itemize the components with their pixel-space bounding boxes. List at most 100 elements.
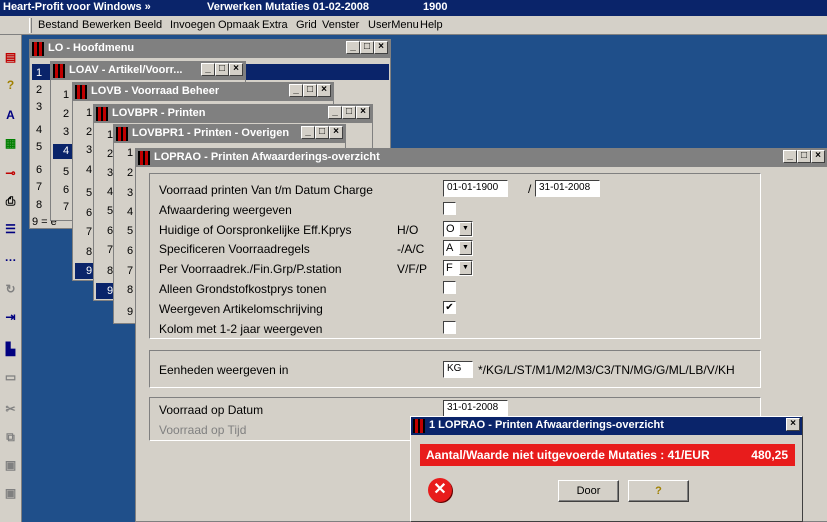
menu-number[interactable]: 3 <box>36 101 42 113</box>
minimize-button[interactable]: _ <box>301 126 315 139</box>
paste-special-icon[interactable]: ▣ <box>2 485 19 502</box>
menu-number[interactable]: 2 <box>127 167 133 179</box>
dropdown-arrow-icon[interactable]: ▼ <box>459 241 472 255</box>
menu-number[interactable]: 7 <box>86 226 92 238</box>
help-button[interactable]: ? <box>628 480 689 502</box>
menu-number[interactable]: 7 <box>127 265 133 277</box>
close-button[interactable]: × <box>356 106 370 119</box>
menu-number[interactable]: 6 <box>86 207 92 219</box>
units-field[interactable]: KG <box>443 361 473 378</box>
window-lovbpr1-caption[interactable]: LOVBPR1 - Printen - Overigen _ □ × <box>114 125 345 143</box>
close-button[interactable]: × <box>317 84 331 97</box>
door-button[interactable]: Door <box>558 480 619 502</box>
minimize-button[interactable]: _ <box>289 84 303 97</box>
menu-number[interactable]: 5 <box>36 141 42 153</box>
menu-number[interactable]: 8 <box>86 246 92 258</box>
cut-icon[interactable]: ✂ <box>2 401 19 418</box>
menu-number[interactable]: 3 <box>63 126 69 138</box>
menu-beeld[interactable]: Beeld <box>134 19 162 31</box>
chart-icon[interactable]: ▙ <box>2 341 19 358</box>
dropdown-arrow-icon[interactable]: ▼ <box>459 261 472 275</box>
menu-number[interactable]: 1 <box>127 147 133 159</box>
menu-number[interactable]: 9 <box>127 306 133 318</box>
close-button[interactable]: × <box>811 150 825 163</box>
window-loav-caption[interactable]: LOAV - Artikel/Voorr... _ □ × <box>51 62 245 80</box>
menu-number[interactable]: 4 <box>63 145 69 157</box>
menu-number[interactable]: 4 <box>86 164 92 176</box>
afwaardering-checkbox[interactable] <box>443 202 456 215</box>
menu-number[interactable]: 4 <box>127 206 133 218</box>
menu-number[interactable]: 2 <box>36 84 42 96</box>
menu-number[interactable]: 6 <box>36 164 42 176</box>
print-icon[interactable]: ⎙ <box>2 193 19 210</box>
calculator-icon[interactable]: ▦ <box>2 135 19 152</box>
minimize-button[interactable]: _ <box>328 106 342 119</box>
artikelomschrijving-checkbox[interactable]: ✔ <box>443 301 456 314</box>
kolom-jaar-checkbox[interactable] <box>443 321 456 334</box>
menu-help[interactable]: Help <box>420 19 443 31</box>
window-lovb-caption[interactable]: LOVB - Voorraad Beheer _ □ × <box>73 83 333 101</box>
maximize-button[interactable]: □ <box>303 84 317 97</box>
window-lovbpr-caption[interactable]: LOVBPR - Printen _ □ × <box>94 105 372 123</box>
report-icon[interactable]: ▤ <box>2 49 19 66</box>
export-icon[interactable]: ⇥ <box>2 309 19 326</box>
menu-venster[interactable]: Venster <box>322 19 359 31</box>
menu-number[interactable]: 6 <box>127 245 133 257</box>
window-loprao-caption[interactable]: LOPRAO - Printen Afwaarderings-overzicht… <box>136 149 827 167</box>
font-icon[interactable]: A <box>2 107 19 124</box>
menu-number[interactable]: 2 <box>86 126 92 138</box>
menu-bewerken[interactable]: Bewerken <box>82 19 131 31</box>
menu-number[interactable]: 6 <box>63 184 69 196</box>
maximize-button[interactable]: □ <box>342 106 356 119</box>
minimize-button[interactable]: _ <box>201 63 215 76</box>
menu-number[interactable]: 5 <box>127 225 133 237</box>
minimize-button[interactable]: _ <box>783 150 797 163</box>
menu-number[interactable]: 9 <box>86 265 92 277</box>
list-icon[interactable]: ☰ <box>2 221 19 238</box>
close-button[interactable]: × <box>329 126 343 139</box>
menu-number[interactable]: 5 <box>63 166 69 178</box>
menu-bestand[interactable]: Bestand <box>38 19 78 31</box>
copy-icon[interactable]: ⧉ <box>2 429 19 446</box>
grondstof-checkbox[interactable] <box>443 281 456 294</box>
menu-number[interactable]: 1 <box>86 107 92 119</box>
question-icon[interactable]: ? <box>2 77 19 94</box>
close-button[interactable]: × <box>786 418 800 431</box>
menu-usermenu[interactable]: UserMenu <box>368 19 419 31</box>
menu-number[interactable]: 1 <box>36 67 42 79</box>
menu-number[interactable]: 2 <box>63 108 69 120</box>
dots-icon[interactable]: … <box>2 249 19 266</box>
menu-extra[interactable]: Extra <box>262 19 288 31</box>
dropdown-arrow-icon[interactable]: ▼ <box>459 222 472 236</box>
window-icon[interactable]: ▭ <box>2 369 19 386</box>
minimize-button[interactable]: _ <box>346 41 360 54</box>
error-dialog[interactable]: 1 LOPRAO - Printen Afwaarderings-overzic… <box>410 416 803 522</box>
huidige-select[interactable]: O ▼ <box>443 221 473 237</box>
error-dialog-caption[interactable]: 1 LOPRAO - Printen Afwaarderings-overzic… <box>411 417 802 435</box>
menu-number[interactable]: 3 <box>86 144 92 156</box>
specificeren-select[interactable]: A ▼ <box>443 240 473 256</box>
menu-number[interactable]: 4 <box>36 124 42 136</box>
menu-number[interactable]: 1 <box>63 89 69 101</box>
menu-opmaak[interactable]: Opmaak <box>218 19 260 31</box>
refresh-icon[interactable]: ↻ <box>2 281 19 298</box>
date-from-field[interactable]: 01-01-1900 <box>443 180 508 197</box>
menu-invoegen[interactable]: Invoegen <box>170 19 215 31</box>
menu-number[interactable]: 7 <box>36 181 42 193</box>
voorraadrek-select[interactable]: F ▼ <box>443 260 473 276</box>
stock-date-field[interactable]: 31-01-2008 <box>443 400 508 417</box>
menu-number[interactable]: 7 <box>63 201 69 213</box>
close-button[interactable]: × <box>229 63 243 76</box>
paste-icon[interactable]: ▣ <box>2 457 19 474</box>
maximize-button[interactable]: □ <box>797 150 811 163</box>
key-icon[interactable]: ⊸ <box>2 165 19 182</box>
maximize-button[interactable]: □ <box>315 126 329 139</box>
close-button[interactable]: × <box>374 41 388 54</box>
maximize-button[interactable]: □ <box>360 41 374 54</box>
date-to-field[interactable]: 31-01-2008 <box>535 180 600 197</box>
maximize-button[interactable]: □ <box>215 63 229 76</box>
window-hoofdmenu-caption[interactable]: LO - Hoofdmenu _ □ × <box>30 40 390 58</box>
menu-number[interactable]: 5 <box>86 187 92 199</box>
menu-number[interactable]: 8 <box>127 284 133 296</box>
menu-number[interactable]: 8 <box>36 199 42 211</box>
